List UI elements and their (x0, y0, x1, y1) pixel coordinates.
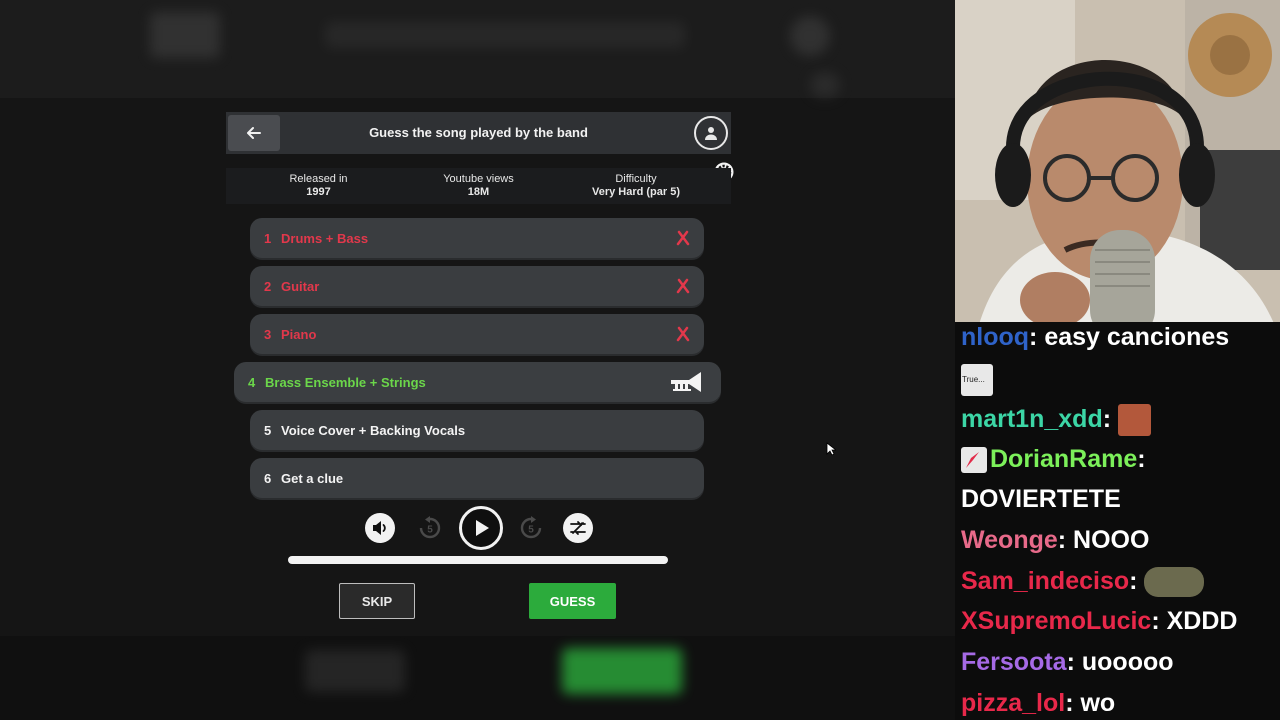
trumpet-icon (671, 372, 701, 392)
game-panel: Guess the song played by the band Releas… (226, 112, 734, 632)
chat-message: pizza_lol: wo (961, 689, 1116, 717)
clue-label: Brass Ensemble + Strings (265, 374, 426, 390)
background-blur-button (150, 12, 220, 58)
progress-bar[interactable] (288, 556, 668, 564)
stat-views-value: 18M (467, 186, 490, 198)
webcam-feed (955, 0, 1280, 340)
page-title: Guess the song played by the band (369, 125, 588, 140)
stat-released-label: Released in (289, 173, 348, 185)
chat-message: DOVIERTETE (961, 484, 1121, 514)
chat-username: pizza_lol (961, 689, 1066, 717)
stat-released: Released in 1997 (276, 173, 361, 199)
shuffle-button[interactable] (563, 513, 593, 543)
emote-image (1144, 567, 1205, 598)
background-blur-title (325, 22, 685, 48)
volume-button[interactable] (365, 513, 395, 543)
clue-label: Voice Cover + Backing Vocals (281, 422, 466, 438)
chat-username: Sam_indeciso (961, 567, 1130, 595)
chat-message: True... (961, 364, 993, 397)
playback-controls: 5 5 (226, 506, 731, 552)
chat-username: mart1n_xdd (961, 405, 1103, 433)
stat-difficulty-value: Very Hard (par 5) (591, 186, 681, 198)
emote-image (1118, 404, 1151, 437)
stat-released-value: 1997 (306, 186, 331, 198)
clue-number: 2 (264, 278, 272, 294)
clue-row-3[interactable]: 3 Piano (250, 314, 704, 354)
chat-text: NOOO (1073, 526, 1150, 554)
chat-message: Weonge: NOOO (961, 526, 1150, 554)
rewind-icon: 5 (419, 516, 441, 539)
chat-text: easy canciones (1044, 323, 1230, 351)
rocket-badge-icon (961, 447, 987, 474)
chat-message: XSupremoLucic: XDDD (961, 607, 1238, 635)
clue-row-6[interactable]: 6 Get a clue (250, 458, 704, 498)
clue-row-5[interactable]: 5 Voice Cover + Backing Vocals (250, 410, 704, 450)
chat-username: XSupremoLucic (961, 607, 1152, 635)
play-button[interactable] (459, 506, 503, 550)
wrong-x-icon (676, 230, 690, 246)
forward-seconds: 5 (528, 525, 534, 536)
chat-message: Sam_indeciso: (961, 566, 1205, 598)
clue-number: 5 (264, 422, 272, 438)
wrong-x-icon (676, 326, 690, 342)
background-bottom (0, 636, 955, 720)
chat-username: nlooq (961, 323, 1030, 351)
background-blur-skip (305, 650, 405, 692)
clue-number: 4 (248, 374, 256, 390)
stat-difficulty-label: Difficulty (615, 173, 657, 185)
back-button[interactable] (228, 115, 280, 151)
stat-views: Youtube views 18M (431, 173, 526, 199)
clue-label: Get a clue (281, 470, 344, 486)
shuffle-icon (570, 521, 586, 535)
user-icon (705, 127, 717, 140)
forward-icon: 5 (520, 516, 542, 539)
chat-text: wo (1080, 689, 1116, 717)
background-blur-avatar (790, 16, 830, 56)
guess-button[interactable]: GUESS (529, 583, 616, 619)
chat-text: XDDD (1166, 607, 1238, 635)
emote-caption: True... (962, 375, 985, 385)
clue-label: Guitar (281, 278, 320, 294)
skip-button[interactable]: SKIP (339, 583, 415, 619)
clue-row-2[interactable]: 2 Guitar (250, 266, 704, 306)
background-blur-guess (562, 648, 682, 694)
chat-panel: nlooq: easy canciones True... mart1n_xdd… (955, 322, 1280, 720)
clue-row-1[interactable]: 1 Drums + Bass (250, 218, 704, 258)
wrong-x-icon (676, 278, 690, 294)
header-bar: Guess the song played by the band (226, 112, 731, 154)
chat-username: Weonge (961, 526, 1058, 554)
stat-views-label: Youtube views (443, 173, 514, 185)
song-stats: Released in 1997 Youtube views 18M Diffi… (226, 168, 731, 204)
rewind-seconds: 5 (427, 525, 433, 536)
arrow-left-icon (247, 127, 261, 139)
chat-text: DOVIERTETE (961, 485, 1121, 513)
chat-message: DorianRame: (961, 444, 1146, 474)
clue-number: 1 (264, 230, 272, 246)
background-blur-gear (810, 72, 840, 98)
clue-number: 6 (264, 470, 272, 486)
clue-label: Drums + Bass (281, 230, 369, 246)
emote-image: True... (961, 364, 993, 397)
play-icon (476, 520, 489, 536)
speaker-icon (373, 521, 386, 535)
clue-label: Piano (281, 326, 317, 342)
mouse-cursor-icon (826, 442, 836, 456)
chat-message: nlooq: easy canciones (961, 323, 1230, 351)
rewind-button[interactable]: 5 (415, 513, 445, 543)
chat-username: DorianRame (990, 445, 1138, 473)
streamer-camera-image (955, 0, 1280, 340)
chat-text: uooooo (1081, 648, 1174, 676)
clue-number: 3 (264, 326, 272, 342)
chat-username: Fersoota (961, 648, 1067, 676)
profile-button[interactable] (694, 116, 728, 150)
forward-button[interactable]: 5 (516, 513, 546, 543)
stat-difficulty: Difficulty Very Hard (par 5) (581, 173, 691, 199)
chat-message: mart1n_xdd: (961, 404, 1151, 437)
clue-row-4[interactable]: 4 Brass Ensemble + Strings (234, 362, 721, 402)
chat-message: Fersoota: uooooo (961, 648, 1174, 676)
